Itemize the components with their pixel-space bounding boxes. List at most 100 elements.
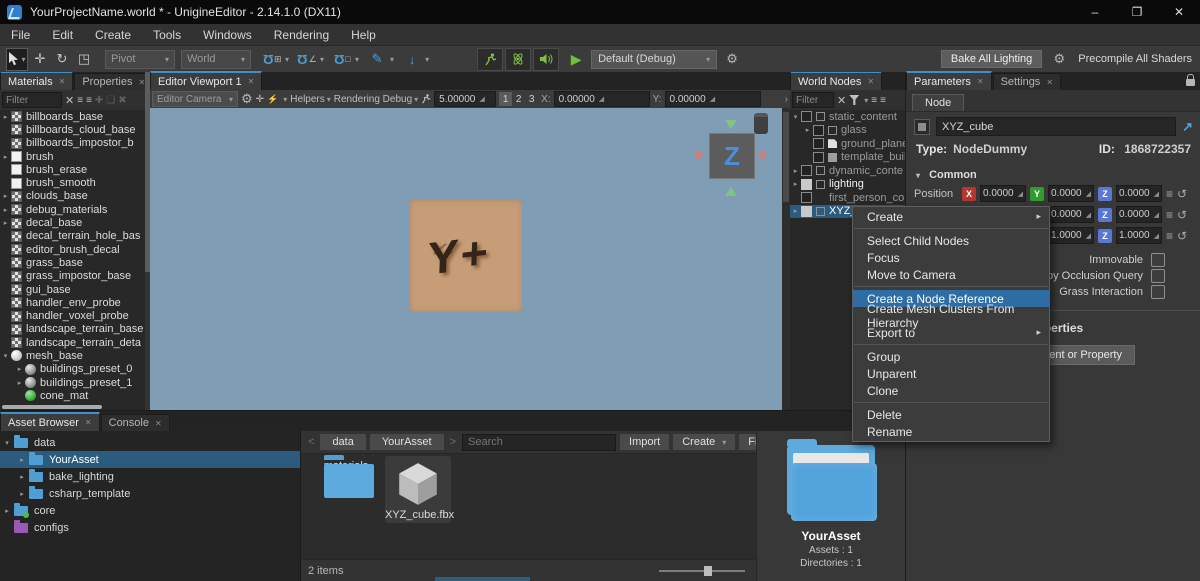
material-row[interactable]: ▸ debug_materials	[0, 203, 150, 216]
tab-settings[interactable]: Settings ✕	[993, 73, 1061, 90]
play-button[interactable]: ▶	[566, 49, 586, 70]
slider-handle[interactable]	[704, 566, 712, 576]
close-icon[interactable]: ✕	[1046, 78, 1053, 87]
pan-icon[interactable]: ✛	[256, 94, 264, 105]
filter-funnel-icon[interactable]	[849, 95, 859, 105]
expand-arrow-icon[interactable]: ▾	[790, 113, 801, 121]
z-value-field[interactable]: 1.0000◢	[1116, 227, 1162, 244]
y-value-field[interactable]: 0.0000◢	[1048, 185, 1094, 202]
asset-tree-row[interactable]: ▸ core	[0, 502, 300, 519]
node-row[interactable]: ▾ static_content	[790, 110, 905, 124]
node-enabled-checkbox[interactable]	[801, 206, 812, 217]
close-icon[interactable]: ✕	[977, 77, 984, 86]
flag-checkbox[interactable]	[1151, 285, 1165, 299]
material-row[interactable]: brush_erase	[0, 163, 150, 176]
expand-all-icon[interactable]: ≡	[871, 95, 877, 106]
close-icon[interactable]: ✕	[248, 77, 255, 86]
tab-asset-browser[interactable]: Asset Browser ✕	[0, 412, 100, 431]
close-icon[interactable]: ✕	[867, 77, 874, 86]
menu-item[interactable]: Edit	[41, 24, 84, 45]
gizmo-down-arrow-icon[interactable]	[725, 187, 737, 196]
tile-xyz-cube-fbx[interactable]: XYZ_cube.fbx	[385, 456, 451, 523]
common-section-header[interactable]: ▾ Common	[906, 159, 1200, 183]
tab-parameters[interactable]: Parameters ✕	[906, 71, 992, 90]
expand-arrow-icon[interactable]: ▸	[15, 456, 29, 464]
breadcrumb-data[interactable]: data	[320, 434, 365, 450]
material-row[interactable]: handler_env_probe	[0, 296, 150, 309]
menu-item[interactable]: File	[0, 24, 41, 45]
tab-materials[interactable]: Materials ✕	[0, 72, 73, 90]
context-menu-item[interactable]	[854, 286, 1048, 287]
menu-item[interactable]: Help	[340, 24, 387, 45]
menu-item[interactable]: Tools	[142, 24, 192, 45]
maximize-button[interactable]: ❐	[1116, 0, 1158, 24]
node-enabled-checkbox[interactable]	[801, 111, 812, 122]
expand-arrow-icon[interactable]: ▸	[790, 180, 801, 188]
row-menu-icon[interactable]: ≡	[1166, 187, 1173, 201]
expand-arrow-icon[interactable]: ▸	[15, 473, 29, 481]
camera-dropdown[interactable]: Editor Camera ▾	[152, 91, 238, 107]
node-enabled-checkbox[interactable]	[813, 138, 824, 149]
node-row[interactable]: template_buil	[790, 151, 905, 165]
select-tool-button[interactable]: ▾	[6, 48, 28, 71]
snap-angle-button[interactable]: Ω ∠	[297, 49, 317, 70]
material-row[interactable]: ▸ brush	[0, 150, 150, 163]
back-button[interactable]: <	[306, 436, 316, 448]
expand-arrow-icon[interactable]: ▸	[15, 490, 29, 498]
material-row[interactable]: ▸ billboards_base	[0, 110, 150, 123]
tab-properties[interactable]: Properties ✕	[74, 73, 151, 90]
material-row[interactable]: handler_voxel_probe	[0, 309, 150, 322]
clear-filter-icon[interactable]: ✕	[65, 94, 74, 107]
tile-materials-folder[interactable]: materials	[313, 460, 379, 472]
subtab-node[interactable]: Node	[912, 94, 964, 111]
context-menu-item[interactable]: Unparent	[853, 365, 1049, 382]
node-enabled-checkbox[interactable]	[914, 119, 930, 135]
expand-arrow-icon[interactable]: ▸	[0, 113, 11, 121]
pivot-dropdown[interactable]: Pivot ▾	[105, 50, 175, 69]
bake-all-lighting-button[interactable]: Bake All Lighting	[941, 50, 1042, 68]
tab-console[interactable]: Console ✕	[101, 414, 170, 431]
viewport-scrollbar[interactable]	[782, 108, 790, 410]
asset-grid[interactable]: materials XYZ_cube.fbx	[301, 454, 756, 559]
asset-tree-row[interactable]: configs	[0, 519, 300, 536]
scene-xyz-cube[interactable]: Y+	[410, 200, 522, 312]
row-menu-icon[interactable]: ≡	[1166, 229, 1173, 243]
asset-tree-row[interactable]: ▸ YourAsset	[0, 451, 300, 468]
node-enabled-checkbox[interactable]	[801, 165, 812, 176]
expand-arrow-icon[interactable]: ▾	[0, 439, 14, 447]
expand-arrow-icon[interactable]: ▸	[0, 192, 11, 200]
close-icon[interactable]: ✕	[59, 77, 66, 86]
expand-arrow-icon[interactable]: ▸	[14, 379, 25, 387]
thumbnail-zoom-slider[interactable]	[659, 570, 745, 572]
chevron-down-icon[interactable]: ▾	[285, 55, 289, 64]
collapse-all-icon[interactable]: ≡	[880, 95, 886, 106]
material-row[interactable]: gui_base	[0, 283, 150, 296]
physics-toggle[interactable]	[505, 48, 531, 71]
expand-arrow-icon[interactable]: ▸	[0, 206, 11, 214]
speed-preset-button[interactable]: 1	[499, 92, 512, 106]
context-menu-item[interactable]	[854, 344, 1048, 345]
expand-arrow-icon[interactable]: ▸	[0, 153, 11, 161]
gizmo-axis-face[interactable]: Z	[709, 133, 755, 179]
context-menu-item[interactable]: Move to Camera	[853, 266, 1049, 283]
rotate-tool-button[interactable]: ↻	[52, 49, 72, 70]
tab-editor-viewport[interactable]: Editor Viewport 1 ✕	[150, 71, 262, 90]
bolt-icon[interactable]: ⚡	[267, 94, 278, 105]
material-row[interactable]: grass_impostor_base	[0, 270, 150, 283]
viewport-settings-gear[interactable]: ⚙	[241, 91, 253, 107]
context-menu-item[interactable]: Group	[853, 348, 1049, 365]
snap-grid-button[interactable]: Ω ⊞	[262, 49, 282, 70]
context-menu-item[interactable]	[854, 402, 1048, 403]
material-row[interactable]: ▾ mesh_base	[0, 349, 150, 362]
minimize-button[interactable]: –	[1074, 0, 1116, 24]
node-row[interactable]: ground_plane	[790, 137, 905, 151]
asset-tree-row[interactable]: ▸ bake_lighting	[0, 468, 300, 485]
menu-item[interactable]: Rendering	[263, 24, 340, 45]
tab-world-nodes[interactable]: World Nodes ✕	[790, 72, 882, 90]
context-menu-item[interactable]	[854, 228, 1048, 229]
node-enabled-checkbox[interactable]	[801, 179, 812, 190]
chevron-down-icon[interactable]: ▾	[355, 55, 359, 64]
x-value-field[interactable]: 0.0000◢	[980, 185, 1026, 202]
material-row[interactable]: grass_base	[0, 256, 150, 269]
rendering-debug-dropdown[interactable]: Rendering Debug▾	[334, 94, 418, 105]
